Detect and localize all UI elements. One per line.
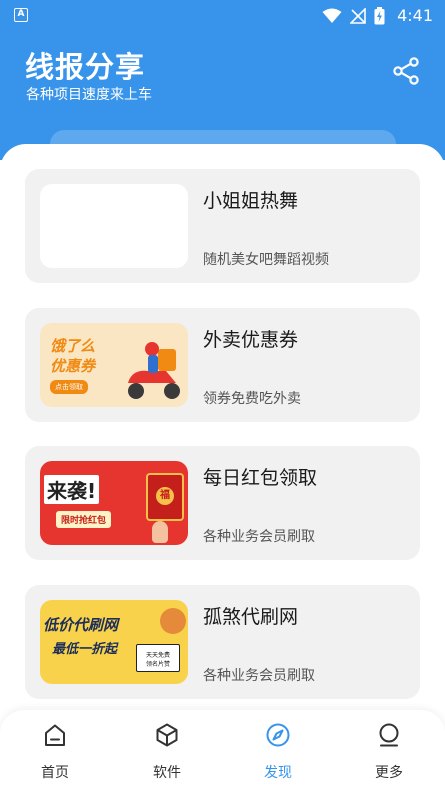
user-icon <box>379 723 399 747</box>
home-icon <box>45 724 65 746</box>
status-time: 4:41 <box>397 6 433 25</box>
thumb-sign-line-1: 天天免费 <box>145 652 170 659</box>
card-thumbnail: 低价代刷网 最低一折起 天天免费 领名片赞 <box>40 600 188 684</box>
page-title: 线报分享 <box>25 50 146 84</box>
card-dance[interactable]: 小姐姐热舞 随机美女吧舞蹈视频 <box>25 169 420 283</box>
card-title: 外卖优惠券 <box>203 329 299 351</box>
share-icon[interactable] <box>391 56 421 86</box>
thumb-sub-text: 最低一折起 <box>52 642 118 657</box>
hand-icon <box>152 521 168 543</box>
red-packet-icon: 福 <box>146 473 184 521</box>
status-bar: A 4:41 <box>0 0 445 30</box>
card-description: 领券免费吃外卖 <box>203 391 301 407</box>
nav-software[interactable]: 软件 <box>127 722 207 782</box>
bottom-navigation: 首页 软件 发现 更多 <box>0 710 445 792</box>
nav-label: 软件 <box>153 765 181 781</box>
card-takeout-coupon[interactable]: 饿了么 优惠券 点击领取 外卖优惠券 领券免费吃外卖 <box>25 308 420 422</box>
card-title: 孤煞代刷网 <box>203 606 299 628</box>
thumb-coupon-text: 优惠券 <box>50 357 96 375</box>
header: 线报分享 各种项目速度来上车 <box>0 30 445 170</box>
scooter-icon <box>128 342 180 399</box>
card-description: 随机美女吧舞蹈视频 <box>203 252 329 268</box>
nav-label: 更多 <box>375 765 403 781</box>
compass-icon <box>266 723 290 747</box>
card-gusha-service[interactable]: 低价代刷网 最低一折起 天天免费 领名片赞 孤煞代刷网 各种业务会员刷取 <box>25 585 420 699</box>
thumb-brand-text: 饿了么 <box>50 337 96 355</box>
page-subtitle: 各种项目速度来上车 <box>26 87 152 103</box>
card-thumbnail <box>40 184 188 268</box>
card-description: 各种业务会员刷取 <box>203 668 315 684</box>
nav-label: 首页 <box>41 765 69 781</box>
cube-icon <box>156 723 178 747</box>
thumb-sign-board: 天天免费 领名片赞 <box>136 644 180 672</box>
thumb-headline-text: 来袭! <box>44 475 100 504</box>
thumb-sub-text: 限时抢红包 <box>56 511 112 528</box>
red-packet-fu-text: 福 <box>156 487 174 505</box>
card-daily-red-packet[interactable]: 来袭! 限时抢红包 福 每日红包领取 各种业务会员刷取 <box>25 446 420 560</box>
app-notification-icon: A <box>14 8 28 22</box>
card-description: 各种业务会员刷取 <box>203 529 315 545</box>
thumb-claim-button: 点击领取 <box>50 380 88 394</box>
nav-label: 发现 <box>264 765 292 781</box>
no-signal-icon <box>350 7 366 24</box>
avatar-illustration <box>160 608 186 634</box>
wifi-icon <box>322 8 342 23</box>
nav-more[interactable]: 更多 <box>349 722 429 782</box>
card-thumbnail: 饿了么 优惠券 点击领取 <box>40 323 188 407</box>
battery-charging-icon <box>374 6 385 24</box>
nav-discover[interactable]: 发现 <box>238 722 318 782</box>
card-title: 小姐姐热舞 <box>203 190 299 212</box>
nav-home[interactable]: 首页 <box>15 722 95 782</box>
thumb-sign-line-2: 领名片赞 <box>145 661 170 668</box>
thumb-headline-text: 低价代刷网 <box>43 616 119 634</box>
card-thumbnail: 来袭! 限时抢红包 福 <box>40 461 188 545</box>
content-sheet: 小姐姐热舞 随机美女吧舞蹈视频 饿了么 优惠券 点击领取 外卖优惠券 领券免费吃… <box>0 144 445 714</box>
card-title: 每日红包领取 <box>203 467 318 489</box>
